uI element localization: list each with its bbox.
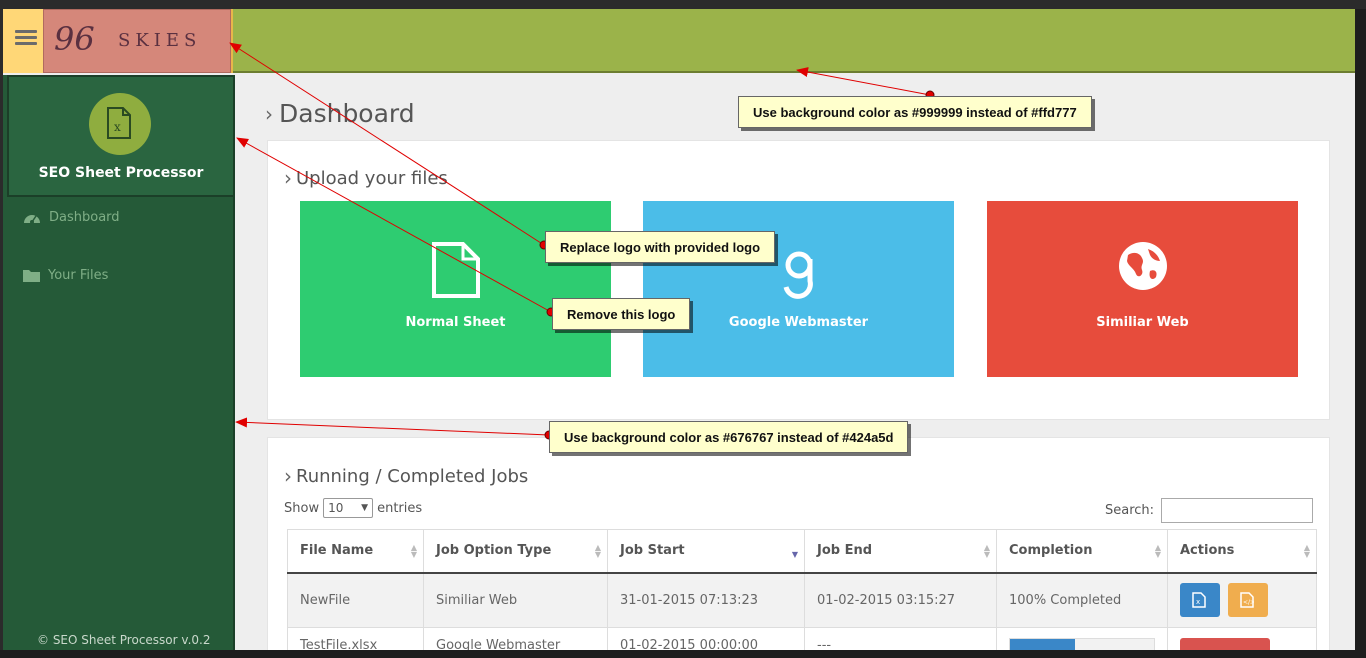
- sort-icon: ▲ ▼: [1154, 543, 1161, 559]
- search-label: Search:: [1105, 503, 1155, 518]
- chevron-right-icon: ›: [284, 464, 292, 488]
- cell-job-type: Google Webmaster: [423, 627, 608, 650]
- sidebar-footer: © SEO Sheet Processor v.0.2: [37, 633, 211, 647]
- sidebar: x SEO Sheet Processor Dashboard Your Fil…: [3, 75, 235, 650]
- cell-actions: x </>: [1167, 572, 1317, 628]
- excel-file-icon: x: [107, 107, 131, 139]
- file-icon: [431, 242, 480, 298]
- page-title: › Dashboard: [265, 99, 415, 128]
- cell-actions: [1167, 627, 1317, 650]
- cell-completion: 100% Completed: [996, 572, 1168, 628]
- code-file-icon: </>: [1240, 592, 1254, 608]
- annotation-remove-logo: Remove this logo: [552, 298, 691, 330]
- logo-number: 96: [54, 20, 95, 58]
- column-header-job-option-type[interactable]: Job Option Type ▲ ▼: [423, 529, 608, 574]
- progress-bar-fill: [1010, 639, 1075, 650]
- jobs-title-text: Running / Completed Jobs: [296, 465, 529, 487]
- svg-text:x: x: [114, 120, 121, 134]
- hamburger-menu-icon[interactable]: [15, 27, 37, 49]
- google-icon: [783, 251, 813, 299]
- cell-job-start: 31-01-2015 07:13:23: [607, 572, 805, 628]
- annotation-replace-logo: Replace logo with provided logo: [545, 231, 776, 263]
- cell-job-end: 01-02-2015 03:15:27: [804, 572, 997, 628]
- window-edge: [1355, 9, 1366, 650]
- svg-text:</>: </>: [1243, 599, 1254, 606]
- column-header-completion[interactable]: Completion ▲ ▼: [996, 529, 1168, 574]
- download-code-button[interactable]: </>: [1228, 583, 1269, 618]
- download-excel-button[interactable]: x: [1180, 583, 1220, 618]
- entries-select[interactable]: 10 ▼: [323, 498, 374, 518]
- brand-logo[interactable]: 96 SKIES: [43, 9, 231, 73]
- entries-select-value: 10: [328, 501, 344, 515]
- sort-desc-icon: ▼: [791, 550, 798, 559]
- sidebar-item-dashboard[interactable]: Dashboard: [23, 206, 120, 228]
- app-logo-badge: x: [89, 93, 151, 155]
- sort-icon: ▲ ▼: [1303, 543, 1310, 559]
- entries-length-control: Show 10 ▼ entries: [284, 498, 422, 518]
- cell-job-type: Similiar Web: [423, 572, 608, 628]
- cell-job-end: ---: [804, 627, 997, 650]
- window-edge: [0, 650, 1366, 658]
- column-header-actions[interactable]: Actions ▲ ▼: [1167, 529, 1317, 574]
- dashboard-icon: [24, 215, 40, 224]
- sidebar-item-label: Your Files: [48, 267, 109, 283]
- cancel-job-button[interactable]: [1180, 638, 1270, 650]
- column-header-job-start[interactable]: Job Start ▼: [607, 529, 805, 574]
- excel-file-icon: x: [1192, 592, 1206, 608]
- page-title-text: Dashboard: [279, 99, 415, 128]
- jobs-table: File Name ▲ ▼ Job Option Type ▲ ▼ Job Start ▼…: [287, 529, 1317, 650]
- table-row: NewFile Similiar Web 31-01-2015 07:13:23…: [287, 572, 1317, 628]
- svg-text:x: x: [1196, 598, 1200, 606]
- show-label: Show: [284, 500, 320, 516]
- upload-title-text: Upload your files: [296, 167, 448, 189]
- annotation-header-color: Use background color as #999999 instead …: [738, 96, 1092, 128]
- progress-bar: [1009, 638, 1155, 650]
- tile-label: Similiar Web: [1096, 315, 1189, 330]
- jobs-panel: › Running / Completed Jobs Show 10 ▼ ent…: [267, 437, 1330, 650]
- column-header-job-end[interactable]: Job End ▲ ▼: [804, 529, 997, 574]
- column-header-file-name[interactable]: File Name ▲ ▼: [287, 529, 424, 574]
- sidebar-item-your-files[interactable]: Your Files: [23, 264, 108, 286]
- upload-panel: › Upload your files Normal Sheet Google …: [267, 140, 1330, 420]
- cell-file-name: TestFile.xlsx: [287, 627, 424, 650]
- annotation-sidebar-color: Use background color as #676767 instead …: [549, 421, 909, 453]
- app-profile: x SEO Sheet Processor: [7, 75, 235, 197]
- logo-word: SKIES: [118, 30, 202, 51]
- jobs-panel-title: › Running / Completed Jobs: [284, 464, 528, 488]
- globe-icon: [1118, 242, 1167, 290]
- cell-completion: [996, 627, 1168, 650]
- entries-label: entries: [377, 500, 423, 516]
- upload-tile-google-webmaster[interactable]: Google Webmaster: [643, 201, 954, 377]
- app-name: SEO Sheet Processor: [38, 165, 204, 181]
- search-input[interactable]: [1161, 498, 1314, 523]
- chevron-right-icon: ›: [265, 101, 273, 126]
- sidebar-item-label: Dashboard: [49, 209, 120, 225]
- sort-icon: ▲ ▼: [410, 543, 417, 559]
- upload-tile-normal-sheet[interactable]: Normal Sheet: [300, 201, 611, 377]
- cell-file-name: NewFile: [287, 572, 424, 628]
- table-row: TestFile.xlsx Google Webmaster 01-02-201…: [287, 627, 1317, 650]
- upload-tile-similiar-web[interactable]: Similiar Web: [987, 201, 1298, 377]
- chevron-right-icon: ›: [284, 166, 292, 190]
- cell-job-start: 01-02-2015 00:00:00: [607, 627, 805, 650]
- brand-bar: 96 SKIES: [3, 9, 233, 73]
- sort-icon: ▲ ▼: [594, 543, 601, 559]
- table-search: Search:: [1105, 498, 1314, 523]
- upload-panel-title: › Upload your files: [284, 166, 448, 190]
- folder-icon: [23, 270, 40, 282]
- chevron-down-icon: ▼: [361, 503, 369, 513]
- sort-icon: ▲ ▼: [983, 543, 990, 559]
